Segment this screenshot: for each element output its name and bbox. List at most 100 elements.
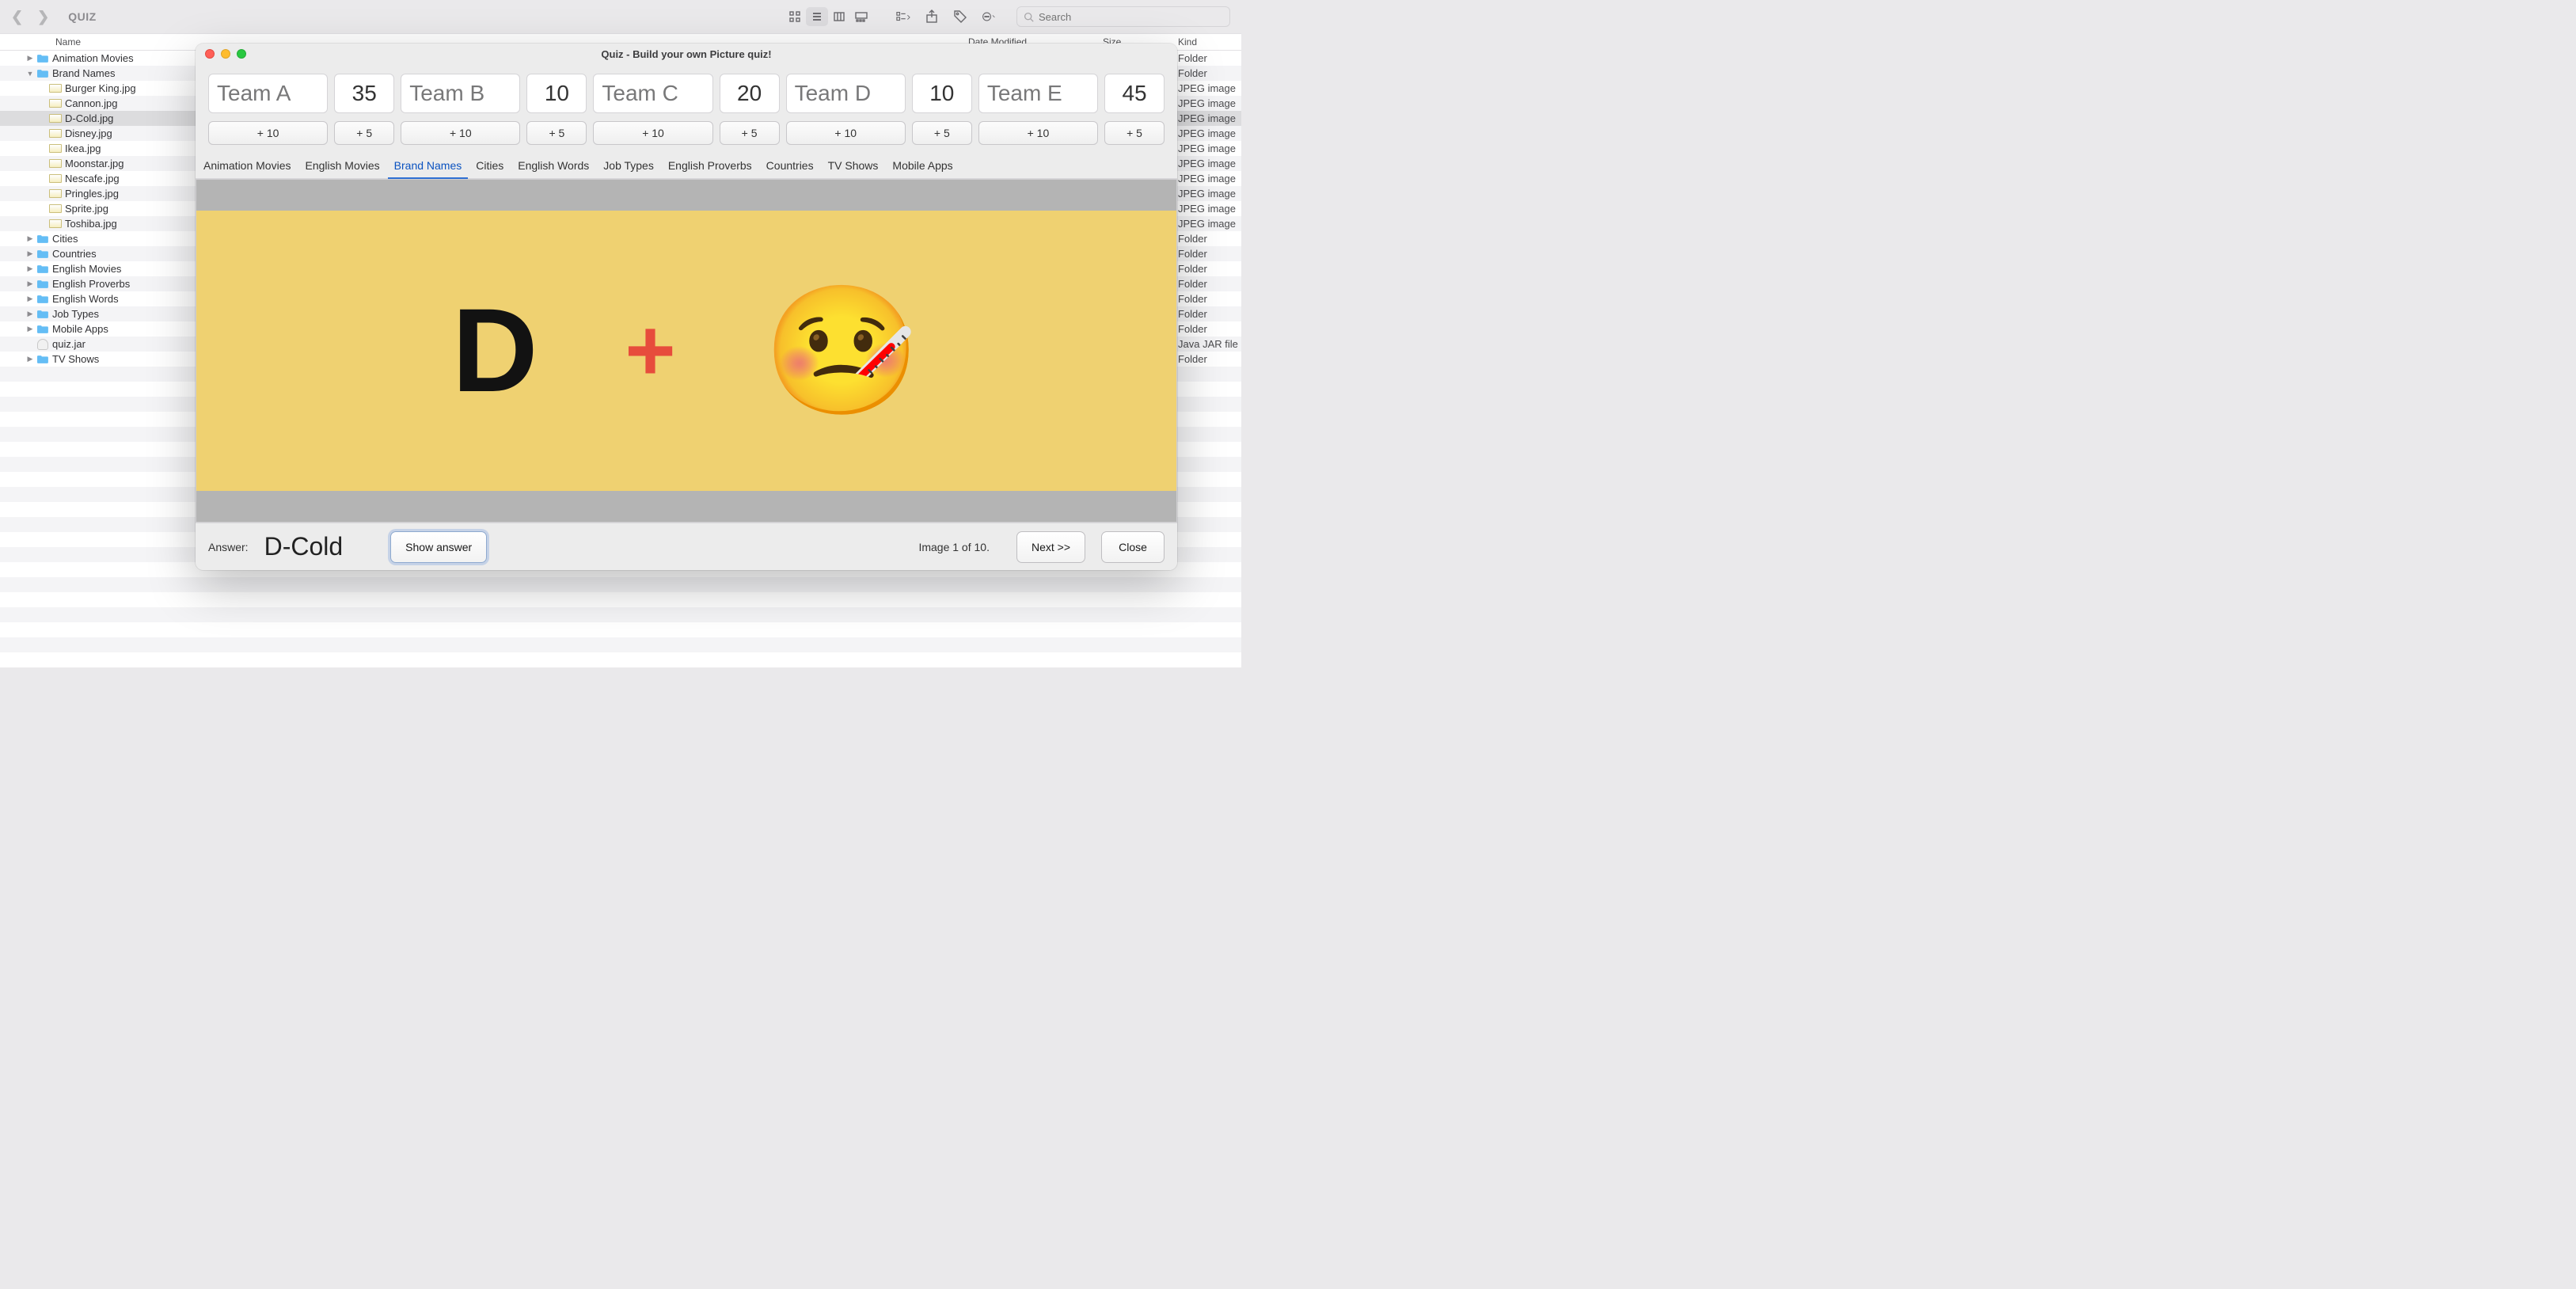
search-field[interactable]: [1016, 6, 1230, 27]
jpeg-file-icon: [49, 83, 62, 94]
file-kind-label: JPEG image: [1178, 173, 1241, 184]
category-tab[interactable]: English Proverbs: [668, 154, 752, 178]
category-tab[interactable]: Countries: [766, 154, 814, 178]
category-tab[interactable]: Cities: [476, 154, 503, 178]
category-tab[interactable]: English Movies: [306, 154, 380, 178]
view-list-icon[interactable]: [806, 7, 828, 26]
file-name-label: TV Shows: [52, 353, 99, 365]
add-5-button[interactable]: + 5: [912, 121, 972, 145]
file-kind-label: JPEG image: [1178, 218, 1241, 230]
file-name-label: Mobile Apps: [52, 323, 108, 335]
file-kind-label: Folder: [1178, 233, 1241, 245]
disclosure-triangle-icon: [38, 205, 47, 213]
disclosure-triangle-icon[interactable]: ▶: [25, 279, 35, 288]
category-tab[interactable]: English Words: [518, 154, 589, 178]
team-name-input[interactable]: Team A: [208, 74, 328, 113]
team-name-input[interactable]: Team D: [786, 74, 906, 113]
folder-icon: [36, 354, 49, 365]
file-kind-label: Folder: [1178, 67, 1241, 79]
nav-back-icon[interactable]: ❮: [11, 9, 23, 25]
add-10-button[interactable]: + 10: [208, 121, 328, 145]
picture-viewport: D + 🤒: [196, 179, 1177, 523]
jar-file-icon: [36, 339, 49, 350]
file-kind-label: Folder: [1178, 52, 1241, 64]
file-name-label: English Proverbs: [52, 278, 130, 290]
nav-forward-icon[interactable]: ❯: [37, 9, 49, 25]
folder-icon: [36, 279, 49, 290]
group-icon[interactable]: [896, 10, 910, 24]
next-button[interactable]: Next >>: [1016, 531, 1085, 563]
category-tab[interactable]: Brand Names: [394, 154, 462, 178]
folder-icon: [36, 68, 49, 79]
disclosure-triangle-icon: [38, 115, 47, 123]
category-tab[interactable]: Animation Movies: [203, 154, 291, 178]
disclosure-triangle-icon[interactable]: ▼: [25, 70, 35, 78]
add-5-button[interactable]: + 5: [720, 121, 780, 145]
add-10-button[interactable]: + 10: [401, 121, 520, 145]
teams-scorebar: Team A+ 1035+ 5Team B+ 1010+ 5Team C+ 10…: [196, 64, 1177, 151]
show-answer-button[interactable]: Show answer: [390, 531, 487, 563]
disclosure-triangle-icon: [38, 145, 47, 153]
view-mode-group: [784, 7, 872, 26]
team-score-input[interactable]: 45: [1104, 74, 1165, 113]
tag-icon[interactable]: [953, 10, 967, 24]
jpeg-file-icon: [49, 203, 62, 215]
folder-icon: [36, 53, 49, 64]
disclosure-triangle-icon[interactable]: ▶: [25, 249, 35, 258]
plus-icon: +: [625, 325, 675, 377]
file-kind-label: Folder: [1178, 263, 1241, 275]
add-5-button[interactable]: + 5: [1104, 121, 1165, 145]
file-name-label: Job Types: [52, 308, 99, 320]
view-icons-icon[interactable]: [784, 7, 806, 26]
file-kind-label: JPEG image: [1178, 127, 1241, 139]
category-tab[interactable]: Job Types: [603, 154, 654, 178]
team-score-input[interactable]: 10: [526, 74, 587, 113]
disclosure-triangle-icon[interactable]: ▶: [25, 325, 35, 333]
close-button[interactable]: Close: [1101, 531, 1165, 563]
folder-icon: [36, 324, 49, 335]
disclosure-triangle-icon[interactable]: ▶: [25, 234, 35, 243]
quiz-app-window: Quiz - Build your own Picture quiz! Team…: [196, 44, 1177, 570]
disclosure-triangle-icon: [38, 160, 47, 168]
view-columns-icon[interactable]: [828, 7, 850, 26]
category-tab[interactable]: TV Shows: [828, 154, 879, 178]
disclosure-triangle-icon: [38, 190, 47, 198]
view-gallery-icon[interactable]: [850, 7, 872, 26]
search-input[interactable]: [1039, 11, 1223, 23]
share-icon[interactable]: [925, 10, 939, 24]
add-10-button[interactable]: + 10: [786, 121, 906, 145]
empty-row: [0, 577, 1241, 592]
file-kind-label: JPEG image: [1178, 188, 1241, 200]
team-name-input[interactable]: Team C: [593, 74, 712, 113]
disclosure-triangle-icon[interactable]: ▶: [25, 295, 35, 303]
disclosure-triangle-icon[interactable]: ▶: [25, 54, 35, 63]
category-tab[interactable]: Mobile Apps: [892, 154, 952, 178]
add-5-button[interactable]: + 5: [334, 121, 394, 145]
team-score-input[interactable]: 35: [334, 74, 394, 113]
jpeg-file-icon: [49, 158, 62, 169]
disclosure-triangle-icon: [38, 100, 47, 108]
column-kind-header[interactable]: Kind: [1178, 36, 1241, 48]
team-score-input[interactable]: 20: [720, 74, 780, 113]
team-name-input[interactable]: Team B: [401, 74, 520, 113]
jpeg-file-icon: [49, 128, 62, 139]
file-kind-label: Folder: [1178, 293, 1241, 305]
more-icon[interactable]: [982, 10, 996, 24]
disclosure-triangle-icon[interactable]: ▶: [25, 264, 35, 273]
file-name-label: Cities: [52, 233, 78, 245]
file-kind-label: JPEG image: [1178, 97, 1241, 109]
empty-row: [0, 607, 1241, 622]
add-10-button[interactable]: + 10: [978, 121, 1098, 145]
team-name-input[interactable]: Team E: [978, 74, 1098, 113]
add-10-button[interactable]: + 10: [593, 121, 712, 145]
disclosure-triangle-icon[interactable]: ▶: [25, 355, 35, 363]
team-score-input[interactable]: 10: [912, 74, 972, 113]
finder-toolbar: ❮ ❯ QUIZ: [0, 0, 1241, 33]
file-kind-label: JPEG image: [1178, 143, 1241, 154]
jpeg-file-icon: [49, 173, 62, 184]
add-5-button[interactable]: + 5: [526, 121, 587, 145]
quiz-titlebar[interactable]: Quiz - Build your own Picture quiz!: [196, 44, 1177, 64]
disclosure-triangle-icon: [38, 220, 47, 228]
file-name-label: Sprite.jpg: [65, 203, 108, 215]
disclosure-triangle-icon[interactable]: ▶: [25, 310, 35, 318]
